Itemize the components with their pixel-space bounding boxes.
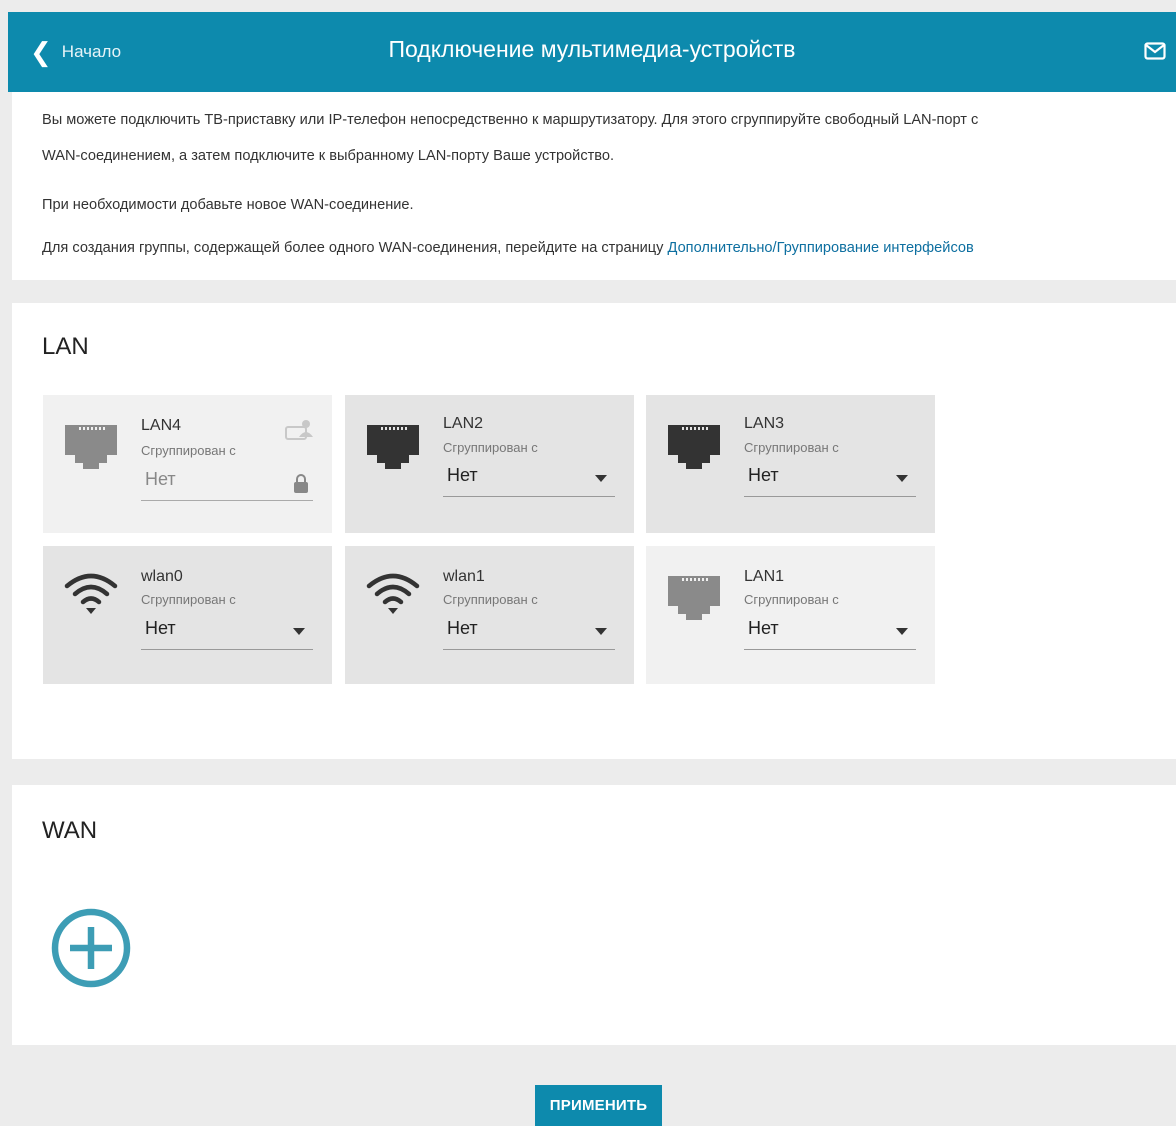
port-tile-lan2: LAN2 Сгруппирован с Нет (345, 395, 634, 533)
ethernet-port-icon (668, 425, 720, 469)
caret-down-icon (595, 628, 607, 635)
page-title: Подключение мультимедиа-устройств (388, 36, 796, 62)
lan-card: LAN LAN4 Сгруппирован с Нет LAN2 Сгруппи (12, 303, 1176, 759)
caret-down-icon (896, 475, 908, 482)
lock-icon (294, 474, 308, 493)
port-sublabel: Сгруппирован с (744, 440, 839, 455)
page-header: ❮ Начало Подключение мультимедиа-устройс… (8, 12, 1176, 92)
port-group-value: Нет (145, 469, 176, 489)
port-sublabel: Сгруппирован с (443, 592, 538, 607)
port-group-value: Нет (748, 618, 779, 638)
port-group-select[interactable]: Нет (744, 612, 916, 650)
ethernet-port-icon (367, 425, 419, 469)
port-name: LAN1 (744, 568, 785, 585)
port-group-select[interactable]: Нет (443, 612, 615, 650)
port-tile-lan3: LAN3 Сгруппирован с Нет (646, 395, 935, 533)
add-wan-connection-button[interactable] (50, 907, 132, 989)
port-group-value: Нет (447, 618, 478, 638)
ethernet-port-icon (65, 425, 117, 469)
wifi-icon (366, 573, 420, 614)
port-name: wlan0 (141, 568, 183, 585)
info-text-1: Вы можете подключить ТВ-приставку или IP… (42, 112, 979, 128)
caret-down-icon (293, 628, 305, 635)
info-text-2: WAN-соединением, а затем подключите к вы… (42, 148, 615, 164)
port-sublabel: Сгруппирован с (141, 443, 236, 458)
port-group-select[interactable]: Нет (141, 612, 313, 650)
port-group-value: Нет (145, 618, 176, 638)
port-tile-lan1: LAN1 Сгруппирован с Нет (646, 546, 935, 684)
port-group-value: Нет (748, 465, 779, 485)
caret-down-icon (595, 475, 607, 482)
mail-icon[interactable] (1144, 42, 1166, 60)
info-text-3: При необходимости добавьте новое WAN-сое… (42, 197, 414, 213)
info-text-4: Для создания группы, содержащей более од… (42, 238, 1156, 258)
port-tile-wlan1: wlan1 Сгруппирован с Нет (345, 546, 634, 684)
interface-grouping-link[interactable]: Дополнительно/Группирование интерфейсов (668, 240, 974, 256)
port-tile-lan4: LAN4 Сгруппирован с Нет (43, 395, 332, 533)
port-sublabel: Сгруппирован с (443, 440, 538, 455)
port-name: LAN3 (744, 415, 785, 432)
ethernet-port-icon (668, 576, 720, 620)
wan-card: WAN (12, 785, 1176, 1045)
user-device-icon (285, 420, 313, 440)
wifi-icon (64, 573, 118, 614)
caret-down-icon (896, 628, 908, 635)
port-name: wlan1 (443, 568, 485, 585)
info-card: Вы можете подключить ТВ-приставку или IP… (12, 92, 1176, 280)
port-sublabel: Сгруппирован с (744, 592, 839, 607)
port-name: LAN4 (141, 417, 182, 434)
info-text-4-prefix: Для создания группы, содержащей более од… (42, 240, 668, 256)
port-group-select: Нет (141, 463, 313, 501)
apply-button[interactable]: ПРИМЕНИТЬ (535, 1085, 662, 1126)
wan-section-title: WAN (42, 817, 98, 844)
port-group-select[interactable]: Нет (744, 459, 916, 497)
port-group-value: Нет (447, 465, 478, 485)
port-group-select[interactable]: Нет (443, 459, 615, 497)
port-tile-wlan0: wlan0 Сгруппирован с Нет (43, 546, 332, 684)
port-name: LAN2 (443, 415, 484, 432)
port-sublabel: Сгруппирован с (141, 592, 236, 607)
lan-section-title: LAN (42, 333, 89, 360)
